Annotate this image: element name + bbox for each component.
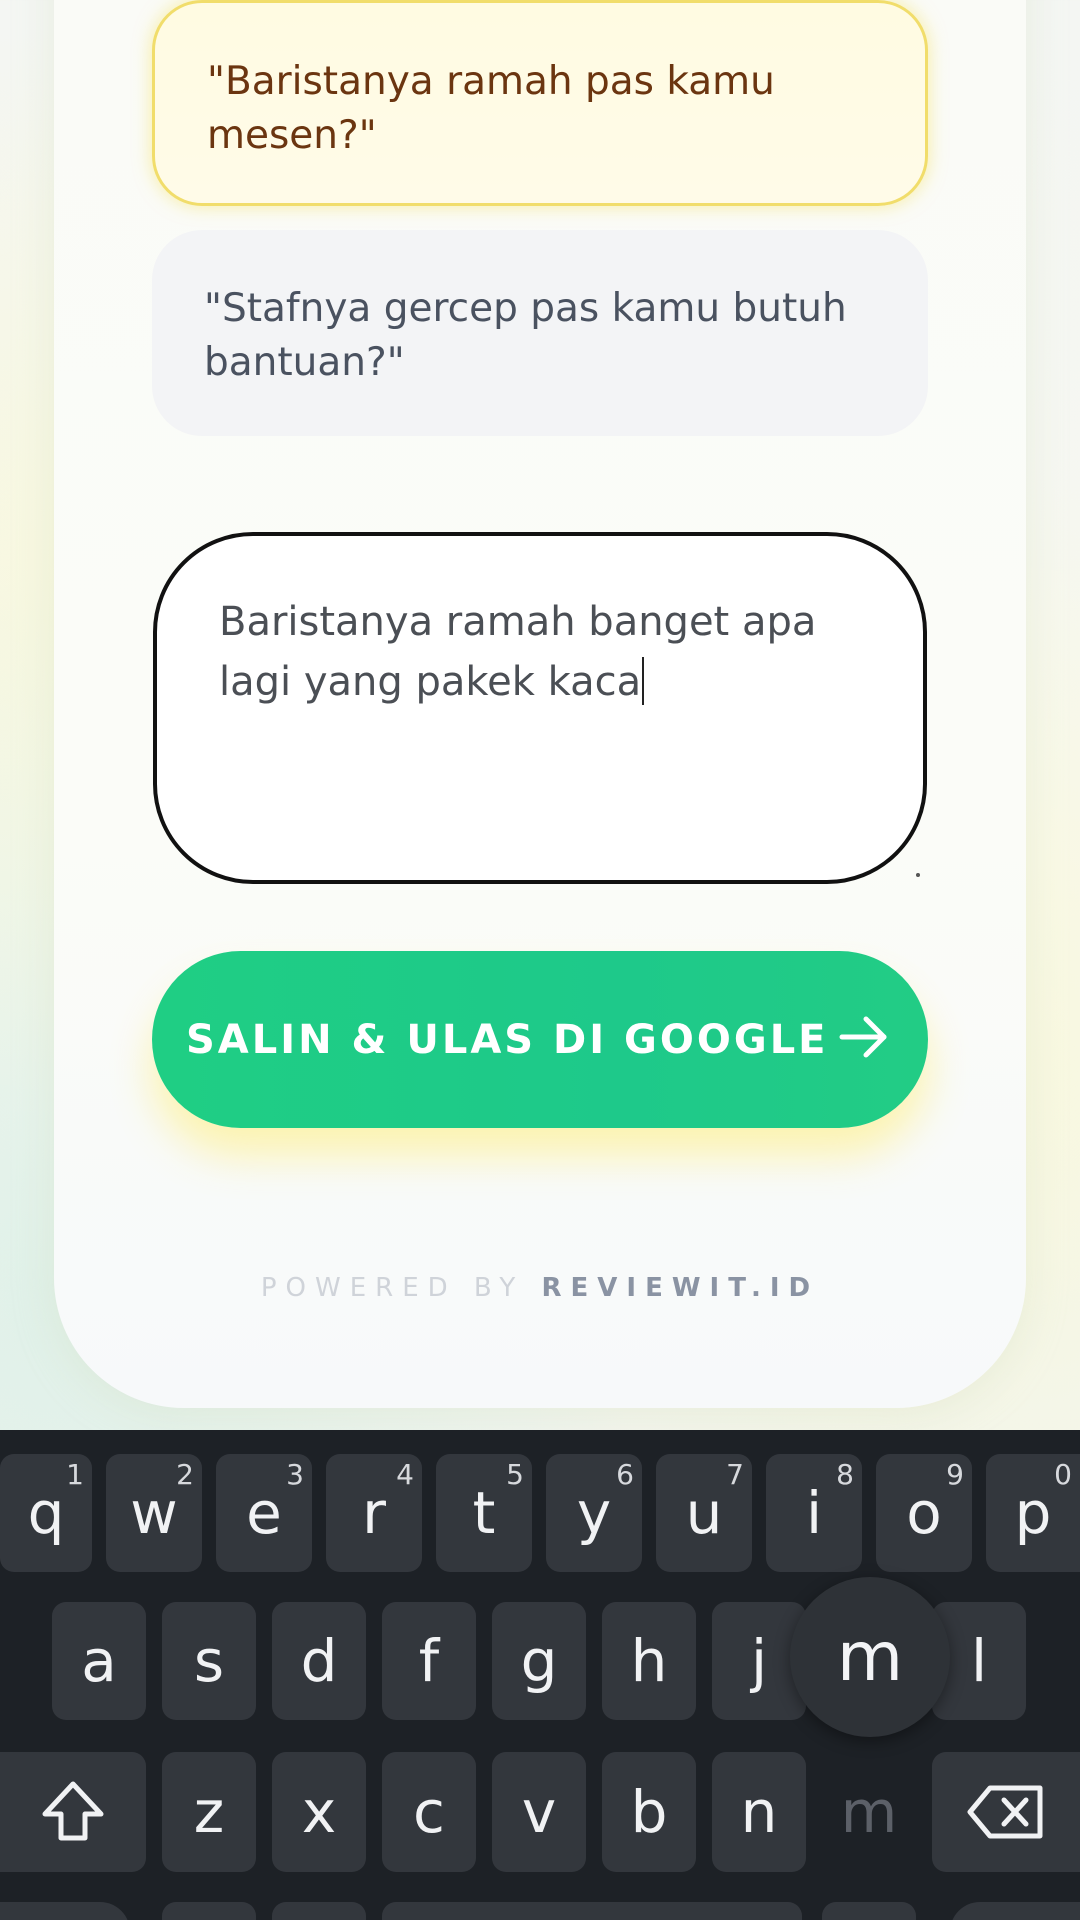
- review-textarea[interactable]: Baristanya ramah banget apa lagi yang pa…: [153, 532, 927, 884]
- symbols-key[interactable]: [0, 1902, 130, 1920]
- key-g[interactable]: g: [492, 1602, 586, 1720]
- key-a[interactable]: a: [52, 1602, 146, 1720]
- text-caret: [642, 657, 645, 705]
- key-label: r: [362, 1479, 386, 1547]
- key-u[interactable]: u7: [656, 1454, 752, 1572]
- powered-by-text: POWERED BY: [260, 1273, 542, 1303]
- emoji-key[interactable]: [272, 1902, 366, 1920]
- popup-label: m: [836, 1617, 904, 1697]
- key-label: f: [418, 1627, 440, 1695]
- cta-label: SALIN & ULAS DI GOOGLE: [186, 1016, 829, 1063]
- key-label: a: [81, 1627, 117, 1695]
- key-label: c: [413, 1778, 445, 1846]
- key-hint: 5: [506, 1458, 524, 1491]
- key-x[interactable]: x: [272, 1752, 366, 1872]
- key-label: q: [27, 1479, 65, 1547]
- key-r[interactable]: r4: [326, 1454, 422, 1572]
- key-label: b: [630, 1778, 668, 1846]
- arrow-right-icon: [839, 1016, 887, 1058]
- key-label: p: [1014, 1479, 1052, 1547]
- key-f[interactable]: f: [382, 1602, 476, 1720]
- key-n[interactable]: n: [712, 1752, 806, 1872]
- key-label: u: [685, 1479, 723, 1547]
- key-hint: 3: [286, 1458, 304, 1491]
- key-d[interactable]: d: [272, 1602, 366, 1720]
- key-label: n: [740, 1778, 778, 1846]
- enter-key[interactable]: [950, 1902, 1080, 1920]
- question-option-staff[interactable]: "Stafnya gercep pas kamu butuh bantuan?": [152, 230, 928, 436]
- key-b[interactable]: b: [602, 1752, 696, 1872]
- key-label: l: [970, 1627, 988, 1695]
- period-key[interactable]: [822, 1902, 916, 1920]
- question-option-text: "Baristanya ramah pas kamu mesen?": [207, 59, 775, 158]
- question-option-barista[interactable]: "Baristanya ramah pas kamu mesen?": [152, 0, 928, 206]
- copy-and-review-google-button[interactable]: SALIN & ULAS DI GOOGLE: [152, 951, 928, 1128]
- key-v[interactable]: v: [492, 1752, 586, 1872]
- key-w[interactable]: w2: [106, 1454, 202, 1572]
- key-e[interactable]: e3: [216, 1454, 312, 1572]
- backspace-key[interactable]: [932, 1752, 1080, 1872]
- key-z[interactable]: z: [162, 1752, 256, 1872]
- textarea-resize-handle[interactable]: [916, 873, 920, 877]
- key-hint: 7: [726, 1458, 744, 1491]
- key-y[interactable]: y6: [546, 1454, 642, 1572]
- comma-key[interactable]: [162, 1902, 256, 1920]
- key-label: o: [906, 1479, 942, 1547]
- key-o[interactable]: o9: [876, 1454, 972, 1572]
- shift-key[interactable]: [0, 1752, 146, 1872]
- powered-by-footer: POWERED BY REVIEWIT.ID: [0, 1273, 1080, 1303]
- key-label: s: [193, 1627, 225, 1695]
- key-hint: 8: [836, 1458, 854, 1491]
- key-hint: 6: [616, 1458, 634, 1491]
- question-option-text: "Stafnya gercep pas kamu butuh bantuan?": [204, 286, 847, 385]
- review-text: Baristanya ramah banget apa lagi yang pa…: [219, 599, 817, 705]
- key-c[interactable]: c: [382, 1752, 476, 1872]
- key-hint: 2: [176, 1458, 194, 1491]
- key-label: y: [576, 1479, 612, 1547]
- key-hint: 4: [396, 1458, 414, 1491]
- key-label: e: [246, 1479, 282, 1547]
- key-q[interactable]: q1: [0, 1454, 92, 1572]
- shift-icon: [42, 1781, 104, 1841]
- key-label: j: [750, 1627, 768, 1695]
- brand-name[interactable]: REVIEWIT.ID: [542, 1273, 820, 1303]
- key-h[interactable]: h: [602, 1602, 696, 1720]
- backspace-icon: [967, 1785, 1043, 1839]
- key-label: m: [840, 1778, 898, 1846]
- key-label: h: [630, 1627, 668, 1695]
- key-label: w: [130, 1479, 178, 1547]
- key-hint: 1: [66, 1458, 84, 1491]
- key-label: t: [472, 1479, 496, 1547]
- key-s[interactable]: s: [162, 1602, 256, 1720]
- key-label: x: [301, 1778, 337, 1846]
- key-m[interactable]: m: [822, 1752, 916, 1872]
- key-press-popup: m: [790, 1577, 950, 1737]
- key-hint: 0: [1054, 1458, 1072, 1491]
- key-label: d: [300, 1627, 338, 1695]
- key-label: v: [521, 1778, 557, 1846]
- key-label: z: [193, 1778, 225, 1846]
- key-p[interactable]: p0: [986, 1454, 1080, 1572]
- space-key[interactable]: [382, 1902, 802, 1920]
- key-t[interactable]: t5: [436, 1454, 532, 1572]
- key-label: g: [520, 1627, 558, 1695]
- key-label: i: [805, 1479, 823, 1547]
- key-i[interactable]: i8: [766, 1454, 862, 1572]
- key-hint: 9: [946, 1458, 964, 1491]
